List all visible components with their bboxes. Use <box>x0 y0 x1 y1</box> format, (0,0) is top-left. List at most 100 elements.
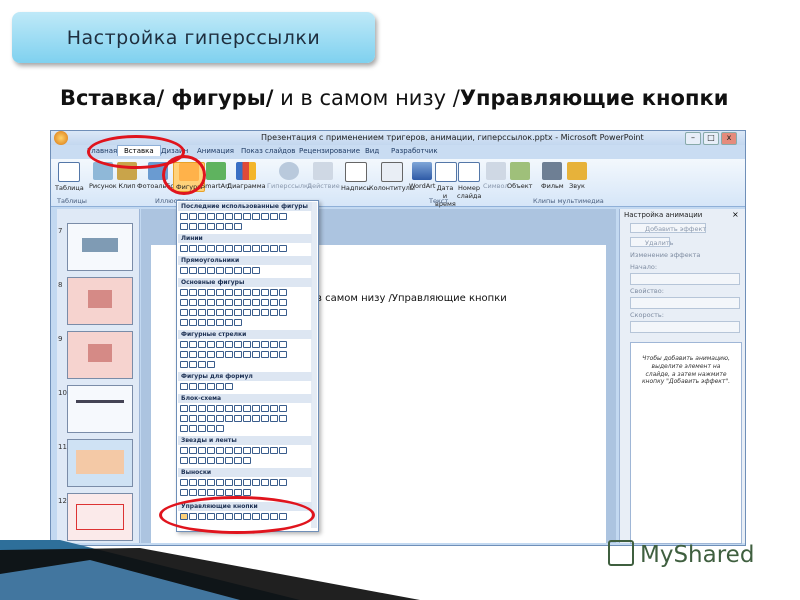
smartart-icon <box>205 162 226 180</box>
movie-button-label: Фильм <box>541 182 564 190</box>
maximize-button[interactable]: □ <box>703 132 719 145</box>
object-button[interactable]: Объект <box>507 162 532 190</box>
shape-row[interactable] <box>180 341 310 350</box>
minimize-button[interactable]: – <box>685 132 701 145</box>
slides-pane: 7 8 9 10 11 12 <box>57 209 140 543</box>
chart-button-label: Диаграмма <box>227 182 266 190</box>
shape-row[interactable] <box>180 213 310 222</box>
shape-row[interactable] <box>180 351 310 360</box>
table-button-label: Таблица <box>55 184 84 192</box>
slide-number-button[interactable]: Номер слайда <box>457 162 481 200</box>
tab-slideshow[interactable]: Показ слайдов <box>241 147 295 155</box>
tab-developer[interactable]: Разработчик <box>391 147 438 155</box>
movie-icon <box>542 162 563 180</box>
change-effect-label: Изменение эффекта <box>630 251 701 259</box>
section-stars-banners: Звезды и ленты <box>178 436 312 445</box>
shape-row[interactable] <box>180 383 310 392</box>
wordart-button[interactable]: WordArt <box>409 162 435 190</box>
property-select[interactable] <box>630 297 740 309</box>
highlight-shapes-button <box>162 155 206 195</box>
hyperlink-icon <box>279 162 300 180</box>
table-icon <box>58 162 81 182</box>
powerpoint-window: Презентация с применением тригеров, аним… <box>50 130 746 546</box>
animation-pane: Настройка анимации × Добавить эффект Уда… <box>619 209 745 544</box>
action-button[interactable]: Действие <box>307 162 340 190</box>
object-button-label: Объект <box>507 182 533 190</box>
slide-subtitle: Вставка/ фигуры/ и в самом низу /Управля… <box>60 86 728 110</box>
slide-number-icon <box>458 162 480 182</box>
start-select[interactable] <box>630 273 740 285</box>
property-label: Свойство: <box>630 287 664 295</box>
slide-title-pill: Настройка гиперссылки <box>12 12 375 63</box>
thumb-number: 8 <box>58 281 63 289</box>
sound-icon <box>567 162 587 180</box>
hyperlink-button[interactable]: Гиперссылка <box>267 162 312 190</box>
smartart-button-label: SmartArt <box>201 182 231 190</box>
sound-button[interactable]: Звук <box>567 162 587 190</box>
slide-thumbnail[interactable] <box>67 439 133 487</box>
slide-thumbnail[interactable] <box>67 277 133 325</box>
shape-row[interactable] <box>180 447 310 456</box>
symbol-icon <box>485 162 506 180</box>
hyperlink-button-label: Гиперссылка <box>267 182 312 190</box>
section-equation-shapes: Фигуры для формул <box>178 372 312 381</box>
watermark-logo: MyShared <box>608 540 754 568</box>
symbol-button[interactable]: Символ <box>483 162 509 190</box>
tab-view[interactable]: Вид <box>365 147 379 155</box>
shape-row[interactable] <box>180 425 310 434</box>
action-icon <box>313 162 334 180</box>
gallery-scrollbar[interactable] <box>311 202 317 528</box>
group-media-label: Клипы мультимедиа <box>533 197 604 205</box>
section-flowchart: Блок-схема <box>178 394 312 403</box>
speed-label: Скорость: <box>630 311 664 319</box>
close-button[interactable]: x <box>721 132 737 145</box>
shape-row[interactable] <box>180 319 310 328</box>
shape-row[interactable] <box>180 479 310 488</box>
shape-row[interactable] <box>180 405 310 414</box>
animation-pane-title: Настройка анимации <box>624 211 703 219</box>
shape-row[interactable] <box>180 267 310 276</box>
table-button[interactable]: Таблица <box>55 162 84 192</box>
thumb-number: 10 <box>58 389 67 397</box>
sound-button-label: Звук <box>569 182 585 190</box>
wordart-button-label: WordArt <box>409 182 436 190</box>
section-callouts: Выноски <box>178 468 312 477</box>
header-footer-icon <box>380 162 403 182</box>
shape-row[interactable] <box>180 223 310 232</box>
office-button[interactable] <box>54 131 68 145</box>
speed-select[interactable] <box>630 321 740 333</box>
movie-button[interactable]: Фильм <box>541 162 564 190</box>
remove-label: Удалить <box>645 239 674 247</box>
slide-thumbnail[interactable] <box>67 493 133 541</box>
shape-row[interactable] <box>180 289 310 298</box>
remove-effect-button[interactable]: Удалить <box>630 237 674 247</box>
shape-row[interactable] <box>180 415 310 424</box>
textbox-button-label: Надпись <box>341 184 371 192</box>
shape-row[interactable] <box>180 309 310 318</box>
section-rectangles: Прямоугольники <box>178 256 312 265</box>
slide-thumbnail[interactable] <box>67 223 133 271</box>
slide-title: Настройка гиперссылки <box>66 26 321 49</box>
slide-canvas-text: в самом низу /Управляющие кнопки <box>316 293 507 304</box>
add-effect-button[interactable]: Добавить эффект <box>630 223 706 233</box>
close-pane-icon[interactable]: × <box>732 210 739 219</box>
shape-row[interactable] <box>180 299 310 308</box>
slide-thumbnail[interactable] <box>67 331 133 379</box>
slide-thumbnail[interactable] <box>67 385 133 433</box>
watermark-text: MyShared <box>640 542 755 568</box>
textbox-button[interactable]: Надпись <box>341 162 370 192</box>
shape-row[interactable] <box>180 245 310 254</box>
subtitle-part-insert: Вставка/ фигуры/ <box>60 86 274 110</box>
shape-row[interactable] <box>180 361 310 370</box>
thumb-number: 7 <box>58 227 63 235</box>
tab-animation[interactable]: Анимация <box>197 147 234 155</box>
tab-review[interactable]: Рецензирование <box>299 147 360 155</box>
chart-button[interactable]: Диаграмма <box>227 162 266 190</box>
section-lines: Линии <box>178 234 312 243</box>
subtitle-part-middle: и в самом низу / <box>273 86 460 110</box>
date-time-icon <box>435 162 457 182</box>
symbol-button-label: Символ <box>483 182 509 190</box>
section-basic-shapes: Основные фигуры <box>178 278 312 287</box>
thumb-number: 12 <box>58 497 67 505</box>
shape-row[interactable] <box>180 457 310 466</box>
